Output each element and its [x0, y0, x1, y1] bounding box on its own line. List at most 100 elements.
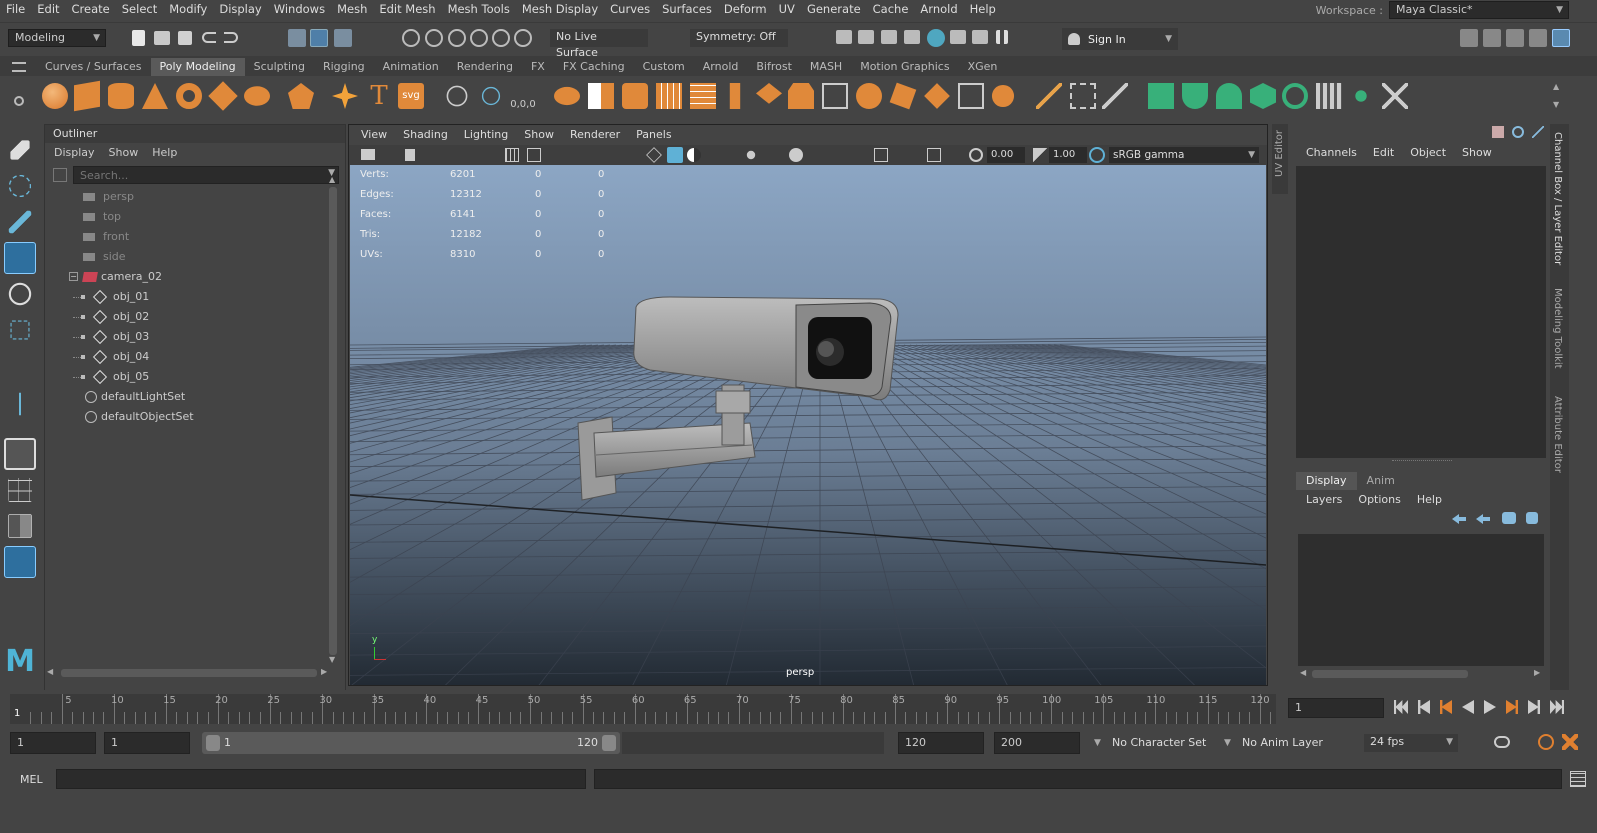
scroll-right-icon[interactable]: ▶: [321, 667, 327, 676]
boolean-icon[interactable]: [656, 83, 682, 109]
expand-icon[interactable]: [81, 315, 85, 319]
gamma-field[interactable]: 1.00: [1049, 147, 1087, 163]
undo-icon[interactable]: [202, 32, 216, 43]
shelf-menu-icon[interactable]: [12, 62, 26, 72]
hypershade-icon[interactable]: [927, 29, 945, 47]
outliner-item[interactable]: persp: [47, 187, 337, 207]
multi-cut-tool-icon[interactable]: [1036, 83, 1062, 109]
scroll-up-icon[interactable]: ▲: [329, 175, 335, 184]
poly-disc-icon[interactable]: [244, 86, 270, 106]
live-surface-field[interactable]: No Live Surface: [550, 29, 648, 59]
layer-move-down-icon[interactable]: [1476, 514, 1490, 524]
snap-curve-icon[interactable]: [425, 29, 443, 47]
modeling-toolkit-tab[interactable]: Modeling Toolkit: [1552, 288, 1567, 378]
channelbox-menu-channels[interactable]: Channels: [1298, 146, 1365, 159]
layer-move-up-icon[interactable]: [1452, 514, 1466, 524]
menu-item-file[interactable]: File: [0, 0, 31, 18]
target-weld-icon[interactable]: [1070, 83, 1096, 109]
attribute-editor-toggle-icon[interactable]: [1483, 29, 1501, 47]
shelf-tab-curves-surfaces[interactable]: Curves / Surfaces: [36, 58, 151, 76]
time-slider-track[interactable]: 5 10 15 20 25 30 35 40 45 50 55 60 65 70 75 80 85 90 95 100…: [10, 694, 1276, 724]
poly-cube-icon[interactable]: [74, 80, 100, 112]
bookmark-icon[interactable]: [405, 149, 415, 161]
expand-icon[interactable]: [81, 295, 85, 299]
step-forward-key-icon[interactable]: [1506, 700, 1518, 714]
menu-item-mesh-tools[interactable]: Mesh Tools: [442, 0, 516, 18]
collapse-icon[interactable]: −: [69, 272, 78, 281]
append-polygon-icon[interactable]: [446, 85, 468, 107]
sign-in-button[interactable]: Sign In ▼: [1062, 28, 1178, 50]
render-current-icon[interactable]: [836, 30, 852, 44]
menu-item-mesh[interactable]: Mesh: [331, 0, 373, 18]
new-layer-icon[interactable]: [1526, 512, 1538, 524]
two-pane-layout-icon[interactable]: [8, 514, 32, 538]
menu-item-arnold[interactable]: Arnold: [914, 0, 963, 18]
four-view-layout-icon[interactable]: [8, 478, 32, 502]
snap-point-icon[interactable]: [448, 29, 466, 47]
uv-sew-icon[interactable]: [1382, 83, 1408, 109]
viewport-menu-shading[interactable]: Shading: [395, 125, 456, 145]
redo-icon[interactable]: [224, 32, 238, 43]
poly-cone-icon[interactable]: [142, 83, 168, 109]
svg-tool-icon[interactable]: svg: [398, 83, 424, 109]
time-slider[interactable]: 5 10 15 20 25 30 35 40 45 50 55 60 65 70 75 80 85 90 95 100…: [0, 690, 1597, 726]
outliner-search-input[interactable]: [73, 166, 339, 184]
gamma-icon[interactable]: [1033, 148, 1047, 162]
play-backwards-icon[interactable]: [1462, 700, 1474, 714]
shelf-tab-xgen[interactable]: XGen: [959, 58, 1007, 76]
select-tool-icon[interactable]: [10, 140, 30, 160]
render-settings-icon[interactable]: [881, 30, 897, 44]
expand-icon[interactable]: [81, 335, 85, 339]
shelf-settings-icon[interactable]: [14, 96, 24, 106]
layer-tab-display[interactable]: Display: [1296, 472, 1357, 490]
poke-icon[interactable]: [889, 82, 917, 110]
wireframe-icon[interactable]: [646, 147, 662, 163]
outliner-item[interactable]: obj_03: [47, 327, 337, 347]
viewport-menu-lighting[interactable]: Lighting: [456, 125, 516, 145]
symmetry-dropdown[interactable]: Symmetry: Off: [690, 29, 788, 47]
menu-item-uv[interactable]: UV: [773, 0, 801, 18]
channelbox-menu-show[interactable]: Show: [1454, 146, 1500, 159]
outliner-item[interactable]: obj_05: [47, 367, 337, 387]
smooth-shade-icon[interactable]: [667, 147, 683, 163]
xray-icon[interactable]: [927, 148, 941, 162]
poly-cylinder-icon[interactable]: [108, 83, 134, 109]
ipr-render-icon[interactable]: [858, 30, 874, 44]
layer-menu-options[interactable]: Options: [1350, 490, 1408, 510]
move-tool-icon[interactable]: [4, 242, 36, 274]
fill-hole-icon[interactable]: [924, 83, 950, 109]
exposure-icon[interactable]: [969, 148, 983, 162]
extrude-icon[interactable]: [729, 83, 741, 109]
go-to-end-icon[interactable]: [1550, 700, 1564, 714]
menu-item-generate[interactable]: Generate: [801, 0, 867, 18]
new-scene-icon[interactable]: [132, 30, 145, 46]
pause-icon[interactable]: [996, 30, 1008, 44]
range-start-handle[interactable]: [206, 735, 220, 751]
bridge-icon[interactable]: [756, 83, 782, 104]
single-perspective-layout-icon[interactable]: [4, 438, 36, 470]
separate-icon[interactable]: [588, 83, 614, 109]
type-tool-icon[interactable]: T: [366, 83, 392, 109]
anim-prefs-icon[interactable]: [1562, 734, 1578, 750]
script-editor-icon[interactable]: [1570, 771, 1586, 787]
shelf-scroll-up-icon[interactable]: ▲: [1553, 82, 1559, 91]
channel-box-toggle-icon[interactable]: [1529, 29, 1547, 47]
create-polygon-icon[interactable]: [481, 86, 501, 106]
lights-icon[interactable]: [746, 150, 756, 160]
scroll-left-icon[interactable]: ◀: [47, 667, 53, 676]
smooth-icon[interactable]: [622, 83, 648, 109]
scroll-right-icon[interactable]: ▶: [1534, 668, 1540, 677]
shelf-tab-poly-modeling[interactable]: Poly Modeling: [150, 58, 245, 76]
shelf-tab-custom[interactable]: Custom: [634, 58, 694, 76]
uv-layout-icon[interactable]: [1316, 83, 1342, 109]
new-layer-selected-icon[interactable]: [1502, 512, 1516, 524]
snap-grid-icon[interactable]: [402, 29, 420, 47]
current-frame-field[interactable]: 1: [1288, 698, 1384, 718]
uv-cylindrical-icon[interactable]: [1182, 83, 1208, 109]
menu-item-help[interactable]: Help: [964, 0, 1002, 18]
step-back-key-icon[interactable]: [1440, 700, 1452, 714]
menu-item-edit[interactable]: Edit: [31, 0, 65, 18]
shelf-tab-animation[interactable]: Animation: [374, 58, 448, 76]
menu-item-deform[interactable]: Deform: [718, 0, 773, 18]
scene-start-field[interactable]: 1: [10, 732, 96, 754]
